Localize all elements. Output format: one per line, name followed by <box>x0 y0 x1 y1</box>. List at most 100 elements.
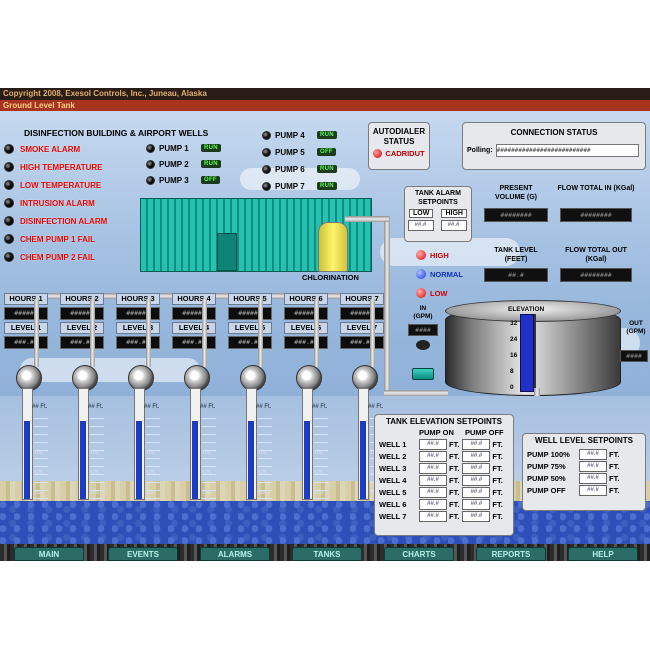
nav-tab-events[interactable]: EVENTS <box>108 547 178 561</box>
pump-led <box>146 159 155 169</box>
pump-status-badge: RUN <box>317 165 337 173</box>
chlorine-tank <box>318 222 348 272</box>
pump-on-input[interactable]: ##.# <box>419 510 447 522</box>
tank-elev-rows: WELL 1 ##.# FT. ##.# FT. WELL 2 ##.# FT. ##.# FT.… <box>379 438 509 522</box>
inlet-valve[interactable] <box>412 368 434 380</box>
well-level-title: WELL LEVEL SETPOINTS <box>535 436 633 445</box>
alarm-led <box>4 234 14 244</box>
unit-label: FT. <box>492 475 503 485</box>
tank-alarm-low-input[interactable]: ##.# <box>407 220 434 231</box>
well-readout: HOURS 4 ###### LEVEL 4 ###.## <box>172 293 216 351</box>
connection-title: CONNECTION STATUS <box>510 128 598 137</box>
pump-off-input[interactable]: ##.# <box>462 486 491 498</box>
flow-in-display: ######## <box>560 208 632 222</box>
unit-label: FT. <box>449 451 460 461</box>
unit-label: FT. <box>609 473 620 483</box>
pump-led <box>262 130 271 140</box>
tank-elev-row: WELL 1 ##.# FT. ##.# FT. <box>379 438 509 450</box>
pump-off-input[interactable]: ##.# <box>462 510 491 522</box>
alarm-led <box>4 144 14 154</box>
nav-tab-alarms[interactable]: ALARMS <box>200 547 270 561</box>
well-depth-ticks <box>258 418 272 500</box>
unit-label: FT. <box>449 499 460 509</box>
well-level-row: PUMP 50% ##.# FT. <box>527 472 641 484</box>
volume-title: PRESENT VOLUME (G) <box>495 185 537 201</box>
pump-on-input[interactable]: ##.# <box>419 438 447 450</box>
well-level-label: LEVEL 5 <box>228 322 272 334</box>
nav-tab-charts[interactable]: CHARTS <box>384 547 454 561</box>
well-level-label: LEVEL 3 <box>116 322 160 334</box>
nav-tab-main[interactable]: MAIN <box>14 547 84 561</box>
well-readout: HOURS 6 ###### LEVEL 6 ###.## <box>284 293 328 351</box>
unit-label: FT. <box>492 463 503 473</box>
pump-off-input[interactable]: ##.# <box>462 498 491 510</box>
well-scale-label: 100 <box>314 450 324 456</box>
tank-alarm-high-input[interactable]: ##.# <box>440 220 467 231</box>
tank-elevation-setpoints-panel: TANK ELEVATION SETPOINTS PUMP ON PUMP OF… <box>374 414 514 536</box>
alarm-row: CHEM PUMP 1 FAIL <box>4 231 95 247</box>
alarm-row: LOW TEMPERATURE <box>4 177 101 193</box>
nav-tab-tanks[interactable]: TANKS <box>292 547 362 561</box>
pump-status-badge: OFF <box>317 148 336 156</box>
well-depth-ticks <box>90 418 104 500</box>
tank-scale-label: 24 <box>510 336 518 343</box>
well-level-display: ###.## <box>284 336 328 349</box>
well-depth-label: ## Ft. <box>312 404 328 410</box>
well-level-display: ###.## <box>60 336 104 349</box>
well-depth-label: ## Ft. <box>368 404 384 410</box>
pump-label: PUMP 1 <box>159 143 189 153</box>
tank-elev-row: WELL 5 ##.# FT. ##.# FT. <box>379 486 509 498</box>
well-hours-label: HOURS 7 <box>340 293 384 305</box>
well-level-input[interactable]: ##.# <box>579 484 607 496</box>
well-level-row: PUMP 100% ##.# FT. <box>527 448 641 460</box>
tank-level-display: ##.# <box>484 268 548 282</box>
pump-on-header: PUMP ON <box>419 428 454 437</box>
pump-off-input[interactable]: ##.# <box>462 462 491 474</box>
well-level-input[interactable]: ##.# <box>579 460 607 472</box>
well-readout: HOURS 7 ###### LEVEL 7 ###.## <box>340 293 384 351</box>
normal-led <box>416 269 426 279</box>
pump-on-input[interactable]: ##.# <box>419 498 447 510</box>
pump-led <box>262 181 271 191</box>
tank-elev-well-label: WELL 2 <box>379 451 407 461</box>
tank-elev-well-label: WELL 4 <box>379 475 407 485</box>
well-hours-display: ###### <box>172 307 216 320</box>
nav-tab-help[interactable]: HELP <box>568 547 638 561</box>
pump-on-input[interactable]: ##.# <box>419 474 447 486</box>
pump-status-badge: RUN <box>317 182 337 190</box>
low-led <box>416 288 426 298</box>
well-level-input[interactable]: ##.# <box>579 448 607 460</box>
well-depth-label: ## Ft. <box>144 404 160 410</box>
pump-off-input[interactable]: ##.# <box>462 438 491 450</box>
pump-off-input[interactable]: ##.# <box>462 450 491 462</box>
well-scale-label: 100 <box>34 450 44 456</box>
pump-status-badge: RUN <box>201 160 221 168</box>
screen-subtitle: Ground Level Tank <box>0 100 650 111</box>
nav-tab-reports[interactable]: REPORTS <box>476 547 546 561</box>
alarm-led <box>4 216 14 226</box>
well-depth-ticks <box>314 418 328 500</box>
tank-elev-row: WELL 6 ##.# FT. ##.# FT. <box>379 498 509 510</box>
pump-on-input[interactable]: ##.# <box>419 450 447 462</box>
unit-label: FT. <box>449 463 460 473</box>
pump-on-input[interactable]: ##.# <box>419 462 447 474</box>
pump-on-input[interactable]: ##.# <box>419 486 447 498</box>
out-gpm-label: OUT (GPM) <box>626 320 646 335</box>
well-level-input[interactable]: ##.# <box>579 472 607 484</box>
pump-row: PUMP 2 RUN <box>146 157 221 171</box>
well-scale-label: 125 <box>258 470 268 476</box>
well-water-column <box>24 421 30 499</box>
window-title: Copyright 2008, Exesol Controls, Inc., J… <box>0 88 650 100</box>
unit-label: FT. <box>449 439 460 449</box>
pump-off-header: PUMP OFF <box>465 428 504 437</box>
well-hours-label: HOURS 3 <box>116 293 160 305</box>
well-riser-pipe <box>146 299 151 367</box>
autodialer-panel: AUTODIALER STATUS CADRIDUT <box>368 122 430 170</box>
pump-off-input[interactable]: ##.# <box>462 474 491 486</box>
well-scale-label: 125 <box>314 470 324 476</box>
alarm-label: CHEM PUMP 2 FAIL <box>20 252 95 262</box>
well-hours-display: ###### <box>340 307 384 320</box>
alarm-led <box>4 162 14 172</box>
pump-label: PUMP 2 <box>159 159 189 169</box>
well-scale-label: 125 <box>34 470 44 476</box>
